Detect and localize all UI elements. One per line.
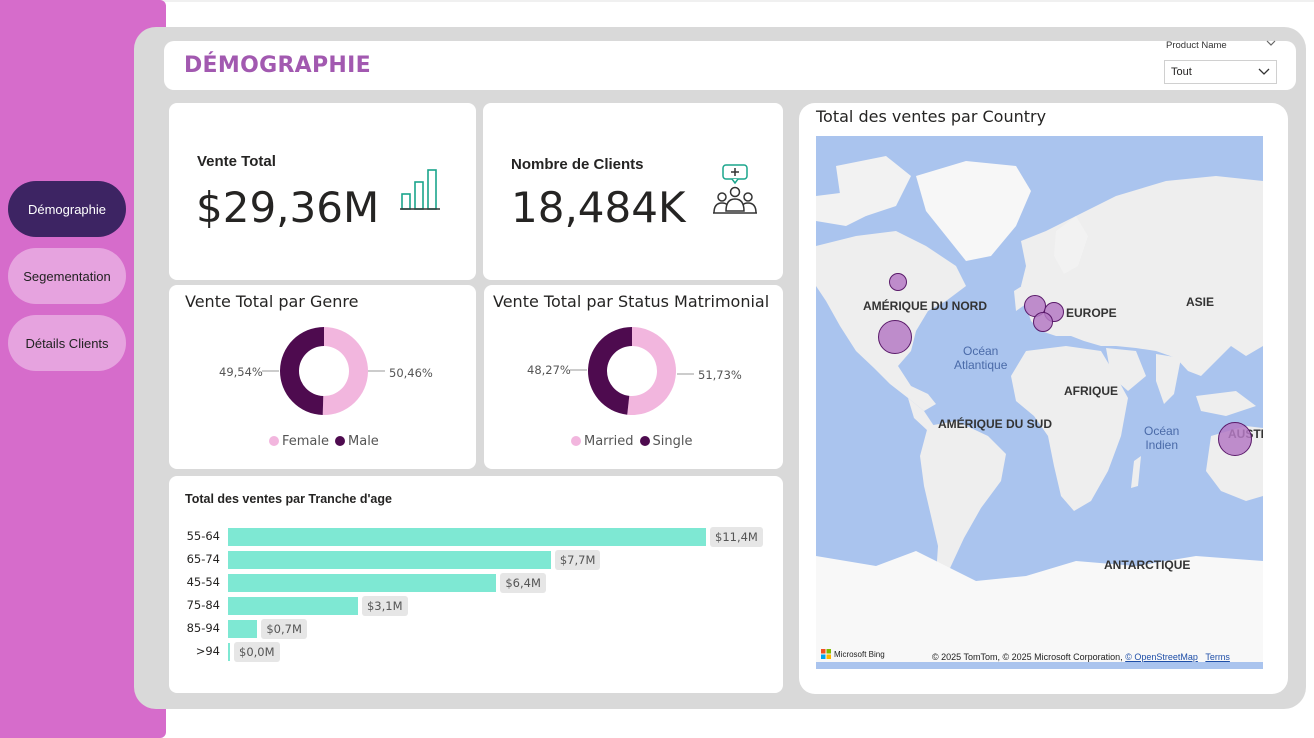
legend-item-female[interactable]: Female xyxy=(269,434,329,449)
nav-demographie[interactable]: Démographie xyxy=(8,181,126,237)
bar-category-label: 55-64 xyxy=(186,529,220,543)
age-chart-title: Total des ventes par Tranche d'age xyxy=(185,492,392,506)
terms-link[interactable]: Terms xyxy=(1205,652,1230,662)
bar-value-label: $3,1M xyxy=(361,596,408,616)
map-title: Total des ventes par Country xyxy=(816,107,1047,126)
kpi-clients-label: Nombre de Clients xyxy=(511,156,644,173)
bar-value-label: $6,4M xyxy=(500,573,546,593)
nav-details-clients[interactable]: Détails Clients xyxy=(8,315,126,371)
bar-85-94[interactable] xyxy=(228,620,258,638)
donut-slice-male[interactable] xyxy=(279,327,324,415)
product-name-dropdown[interactable]: Tout xyxy=(1164,60,1277,84)
marital-left-pct: 48,27% xyxy=(527,363,571,377)
bar-value-label: $11,4M xyxy=(710,527,763,547)
bar-category-label: >94 xyxy=(195,644,220,658)
legend-male-label: Male xyxy=(348,434,379,449)
marital-right-pct: 51,73% xyxy=(698,368,742,382)
world-map[interactable]: AMÉRIQUE DU NORD EUROPE ASIE AFRIQUE AMÉ… xyxy=(816,136,1263,669)
bar-65-74[interactable] xyxy=(228,551,551,569)
bing-logo: Microsoft Bing xyxy=(821,649,885,659)
donut-slice-female[interactable] xyxy=(322,327,368,415)
bar-value-label: $0,0M xyxy=(234,642,280,662)
osm-link[interactable]: © OpenStreetMap xyxy=(1125,652,1198,662)
bar-value-label: $0,7M xyxy=(261,619,307,639)
attribution-text: © 2025 TomTom, © 2025 Microsoft Corporat… xyxy=(932,652,1123,662)
nav-segementation[interactable]: Segementation xyxy=(8,248,126,304)
legend-item-married[interactable]: Married xyxy=(571,434,634,449)
legend-male-dot xyxy=(335,436,346,446)
legend-married-label: Married xyxy=(584,434,634,449)
bar-55-64[interactable] xyxy=(228,528,706,546)
map-bottom-strip xyxy=(816,662,1263,669)
marital-chart-card: Vente Total par Status Matrimonial 48,27… xyxy=(484,285,783,469)
bar-chart-icon xyxy=(399,168,441,216)
slicer-label: Product Name xyxy=(1166,40,1227,51)
bar-category-label: 85-94 xyxy=(186,621,220,635)
kpi-sales-label: Vente Total xyxy=(197,153,276,170)
gender-right-pct: 50,46% xyxy=(389,366,433,380)
bar-value-label: $7,7M xyxy=(554,550,601,570)
legend-single-dot xyxy=(639,436,650,446)
page-title: DÉMOGRAPHIE xyxy=(184,53,371,78)
map-attribution: © 2025 TomTom, © 2025 Microsoft Corporat… xyxy=(932,652,1230,662)
bubble-australia[interactable] xyxy=(1218,422,1252,456)
gender-legend: Female Male xyxy=(269,434,379,449)
legend-married-dot xyxy=(571,436,581,446)
bar-75-84[interactable] xyxy=(228,597,358,615)
donut-slice-single[interactable] xyxy=(588,327,632,415)
page-header: DÉMOGRAPHIE Product Name Tout xyxy=(164,39,1296,90)
chevron-down-icon xyxy=(1258,64,1270,81)
bar-category-label: 45-54 xyxy=(186,575,220,589)
bubble-france[interactable] xyxy=(1033,312,1053,332)
bubble-canada[interactable] xyxy=(889,273,907,291)
bing-label: Microsoft Bing xyxy=(834,649,885,659)
top-border xyxy=(0,0,1314,2)
bar-category-label: 75-84 xyxy=(186,598,220,612)
map-card: Total des ventes par Country AMÉRIQUE DU… xyxy=(799,103,1288,694)
gender-left-pct: 49,54% xyxy=(219,365,263,379)
microsoft-logo-icon xyxy=(821,649,831,659)
kpi-clients-value: 18,484K xyxy=(511,183,686,232)
slicer-value: Tout xyxy=(1171,66,1192,78)
bar->94[interactable] xyxy=(228,643,230,661)
legend-item-single[interactable]: Single xyxy=(639,434,693,449)
slicer-collapse-icon[interactable] xyxy=(1266,39,1276,50)
legend-item-male[interactable]: Male xyxy=(335,434,379,449)
legend-female-dot xyxy=(269,436,279,446)
map-bubbles xyxy=(878,273,1252,456)
marital-legend: Married Single xyxy=(571,434,692,449)
kpi-card-sales: Vente Total $29,36M xyxy=(169,103,476,280)
kpi-card-clients: Nombre de Clients 18,484K xyxy=(483,103,783,280)
legend-single-label: Single xyxy=(652,434,693,449)
bubble-united-states[interactable] xyxy=(878,320,912,354)
bar-45-54[interactable] xyxy=(228,574,497,592)
bar-category-label: 65-74 xyxy=(186,552,220,566)
age-chart-card: Total des ventes par Tranche d'age 55-64… xyxy=(169,476,783,693)
donut-slice-married[interactable] xyxy=(627,327,676,415)
kpi-sales-value: $29,36M xyxy=(196,183,380,232)
legend-female-label: Female xyxy=(282,434,330,449)
gender-chart-card: Vente Total par Genre 49,54% 50,46% Fema… xyxy=(169,285,476,469)
customers-icon xyxy=(712,163,758,219)
